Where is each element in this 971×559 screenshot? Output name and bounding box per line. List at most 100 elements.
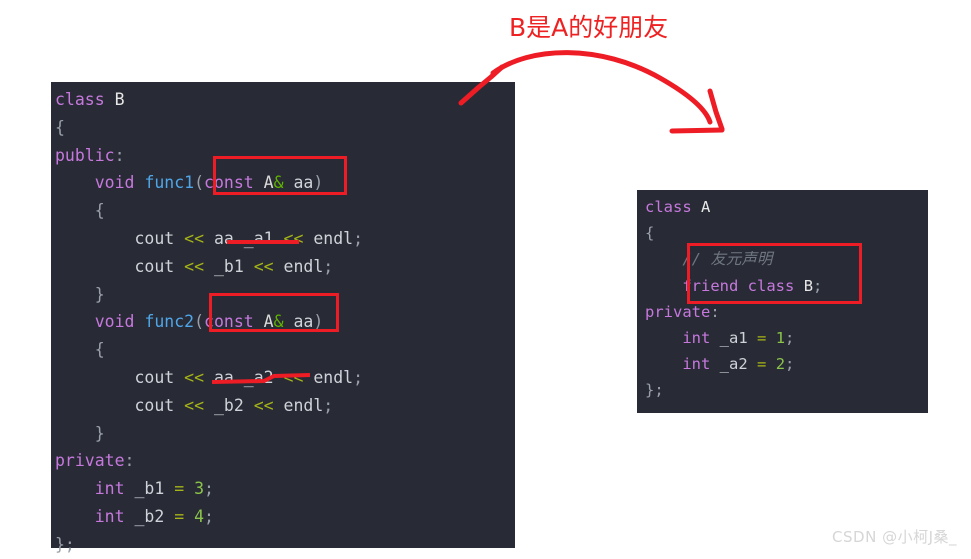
code-token: cout [134,395,175,415]
code-token: { [55,117,65,137]
code-token: A [701,198,711,216]
annotation-title: B是A的好朋友 [509,13,669,42]
code-token: } [94,284,105,304]
code-token: int [94,506,125,526]
code-token: << [283,228,304,248]
highlight-box-func2-param [209,293,339,332]
code-token: 3 [194,479,205,499]
highlight-box-func1-param [213,156,347,195]
code-token: << [253,256,274,276]
code-token: cout [134,256,175,276]
code-token: ( [194,173,205,193]
code-token: _a1 [710,329,757,348]
code-token: void [94,312,135,332]
code-line: int _a2 = 2; [645,351,928,377]
code-token: ; [785,355,795,374]
code-token: << [184,395,205,415]
code-token: private [645,302,711,321]
code-token: _b1 [204,256,254,276]
code-line: } [55,420,515,448]
underline-aa-a1 [227,240,299,244]
code-token: 1 [775,329,786,348]
code-token: : [710,302,720,321]
code-token: void [94,173,135,193]
code-token: B [114,90,125,109]
code-line: { [55,336,515,364]
code-line: cout << _b2 << endl; [55,392,515,420]
arrow-curve-stroke [490,50,713,125]
code-token: class [55,90,105,109]
code-token: aa._a1 [204,228,284,248]
code-token: { [645,224,655,243]
code-token: func2 [144,312,195,332]
code-line: int _b2 = 4; [55,503,515,531]
code-token: _a2 [710,355,757,374]
code-token: _b1 [124,479,175,499]
code-line: { [55,197,515,225]
code-token: public [55,145,115,165]
code-line: class B [55,86,515,114]
code-line: cout << aa._a1 << endl; [55,225,515,253]
code-token: int [682,329,711,348]
code-token: 4 [194,506,205,526]
code-token: << [283,367,304,387]
code-token: ; [353,228,364,248]
code-line: }; [645,377,928,403]
code-token: : [124,451,135,471]
code-token: = [174,479,185,499]
code-token: << [184,228,205,248]
code-token: ; [204,479,214,499]
code-token: : [114,145,125,165]
code-token: endl [273,256,324,276]
code-token: { [94,340,105,360]
code-token: ; [785,329,795,348]
code-line: cout << _b1 << endl; [55,253,515,281]
code-token: }; [55,534,75,554]
code-token: } [94,423,105,443]
code-token: { [94,201,105,221]
code-line: int _a1 = 1; [645,325,928,351]
arrowhead-right-barb [707,88,725,132]
code-token: = [174,506,185,526]
code-token: cout [134,228,175,248]
code-token: int [94,479,125,499]
code-token: endl [303,367,354,387]
code-token: endl [303,228,354,248]
code-token: endl [273,395,324,415]
csdn-watermark: CSDN @小柯J桑_ [832,528,957,546]
code-token: << [184,367,205,387]
code-token: cout [134,367,175,387]
code-token: int [682,355,711,374]
code-token: ; [323,395,334,415]
code-token: }; [645,381,664,400]
code-token: << [253,395,274,415]
code-token: ; [353,367,364,387]
code-token: _b2 [124,506,175,526]
code-token: private [55,451,125,471]
code-line: { [55,114,515,142]
code-line: }; [55,531,515,559]
code-line: class A [645,194,928,220]
code-token: 2 [775,355,786,374]
